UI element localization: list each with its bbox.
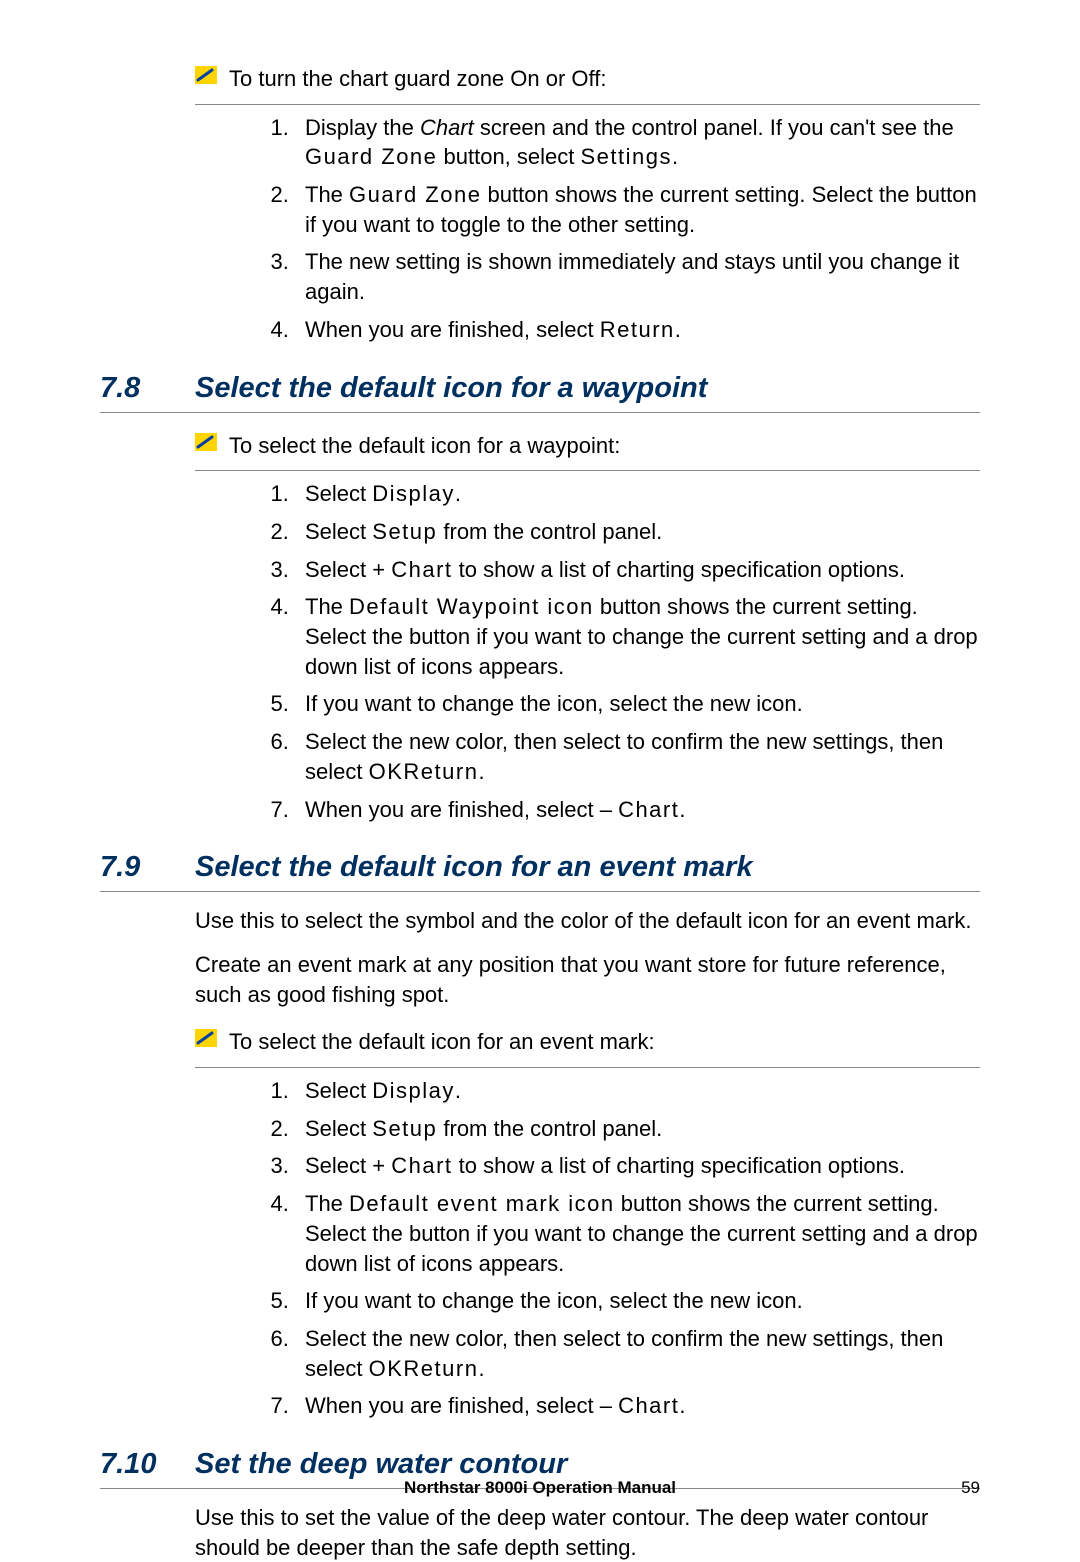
ui-term: Chart (391, 1153, 452, 1178)
section-title: Select the default icon for a waypoint (195, 369, 980, 408)
step-item: Select + Chart to show a list of chartin… (295, 555, 980, 585)
step-item: Select the new color, then select to con… (295, 1324, 980, 1383)
step-item: Select Display. (295, 1076, 980, 1106)
step-item: The new setting is shown immediately and… (295, 247, 980, 306)
section-title: Select the default icon for an event mar… (195, 848, 980, 887)
section-number: 7.8 (100, 369, 195, 408)
task-intro-text: To select the default icon for a waypoin… (229, 431, 980, 461)
section-heading-7-9: 7.9 Select the default icon for an event… (100, 848, 980, 892)
task-row: To turn the chart guard zone On or Off: (195, 60, 980, 104)
step-item: The Guard Zone button shows the current … (295, 180, 980, 239)
pencil-icon (195, 433, 217, 451)
ui-term: Chart (618, 1393, 679, 1418)
steps-list-2: Select Display. Select Setup from the con… (100, 479, 980, 824)
ui-term: Default event mark icon (349, 1191, 615, 1216)
step-item: When you are finished, select – Chart. (295, 795, 980, 825)
step-item: Select Display. (295, 479, 980, 509)
step-item: Select the new color, then select to con… (295, 727, 980, 786)
steps-list-3: Select Display. Select Setup from the con… (100, 1076, 980, 1421)
ui-term: OK (369, 1356, 404, 1381)
ui-term: Guard Zone (305, 144, 437, 169)
footer-page-number: 59 (920, 1477, 980, 1500)
step-item: The Default event mark icon button shows… (295, 1189, 980, 1278)
italic-term: Chart (420, 115, 474, 140)
step-item: If you want to change the icon, select t… (295, 1286, 980, 1316)
pencil-icon (195, 1029, 217, 1047)
step-item: When you are finished, select – Chart. (295, 1391, 980, 1421)
step-item: Select + Chart to show a list of chartin… (295, 1151, 980, 1181)
task-block-waypoint-icon: To select the default icon for a waypoin… (195, 427, 980, 472)
ui-term: Default Waypoint icon (349, 594, 594, 619)
page: To turn the chart guard zone On or Off: … (0, 0, 1080, 1540)
task-block-event-mark-icon: To select the default icon for an event … (195, 1023, 980, 1068)
task-row: To select the default icon for a waypoin… (195, 427, 980, 471)
task-block-guard-zone: To turn the chart guard zone On or Off: (195, 60, 980, 105)
ui-term: Chart (391, 557, 452, 582)
step-item: Select Setup from the control panel. (295, 517, 980, 547)
ui-term: OK (369, 759, 404, 784)
section-heading-7-8: 7.8 Select the default icon for a waypoi… (100, 369, 980, 413)
ui-term: Return (403, 759, 478, 784)
task-intro-text: To turn the chart guard zone On or Off: (229, 64, 980, 94)
ui-term: Return (403, 1356, 478, 1381)
content-area: To turn the chart guard zone On or Off: … (100, 60, 980, 1562)
steps-list-1: Display the Chart screen and the control… (100, 113, 980, 345)
ui-term: Setup (372, 1116, 437, 1141)
ui-term: Guard Zone (349, 182, 481, 207)
footer-title: Northstar 8000i Operation Manual (160, 1477, 920, 1500)
paragraph: Use this to select the symbol and the co… (195, 906, 980, 936)
task-intro-text: To select the default icon for an event … (229, 1027, 980, 1057)
page-footer: Northstar 8000i Operation Manual 59 (100, 1477, 980, 1500)
pencil-icon (195, 66, 217, 84)
step-item: If you want to change the icon, select t… (295, 689, 980, 719)
ui-term: Display (372, 481, 455, 506)
step-item: The Default Waypoint icon button shows t… (295, 592, 980, 681)
ui-term: Setup (372, 519, 437, 544)
ui-term: Return (600, 317, 675, 342)
ui-term: Display (372, 1078, 455, 1103)
step-item: Display the Chart screen and the control… (295, 113, 980, 172)
task-row: To select the default icon for an event … (195, 1023, 980, 1067)
step-item: Select Setup from the control panel. (295, 1114, 980, 1144)
section-number: 7.9 (100, 848, 195, 887)
ui-term: Settings (581, 144, 673, 169)
step-item: When you are finished, select Return. (295, 315, 980, 345)
paragraph: Use this to set the value of the deep wa… (195, 1503, 980, 1562)
ui-term: Chart (618, 797, 679, 822)
paragraph: Create an event mark at any position tha… (195, 950, 980, 1009)
